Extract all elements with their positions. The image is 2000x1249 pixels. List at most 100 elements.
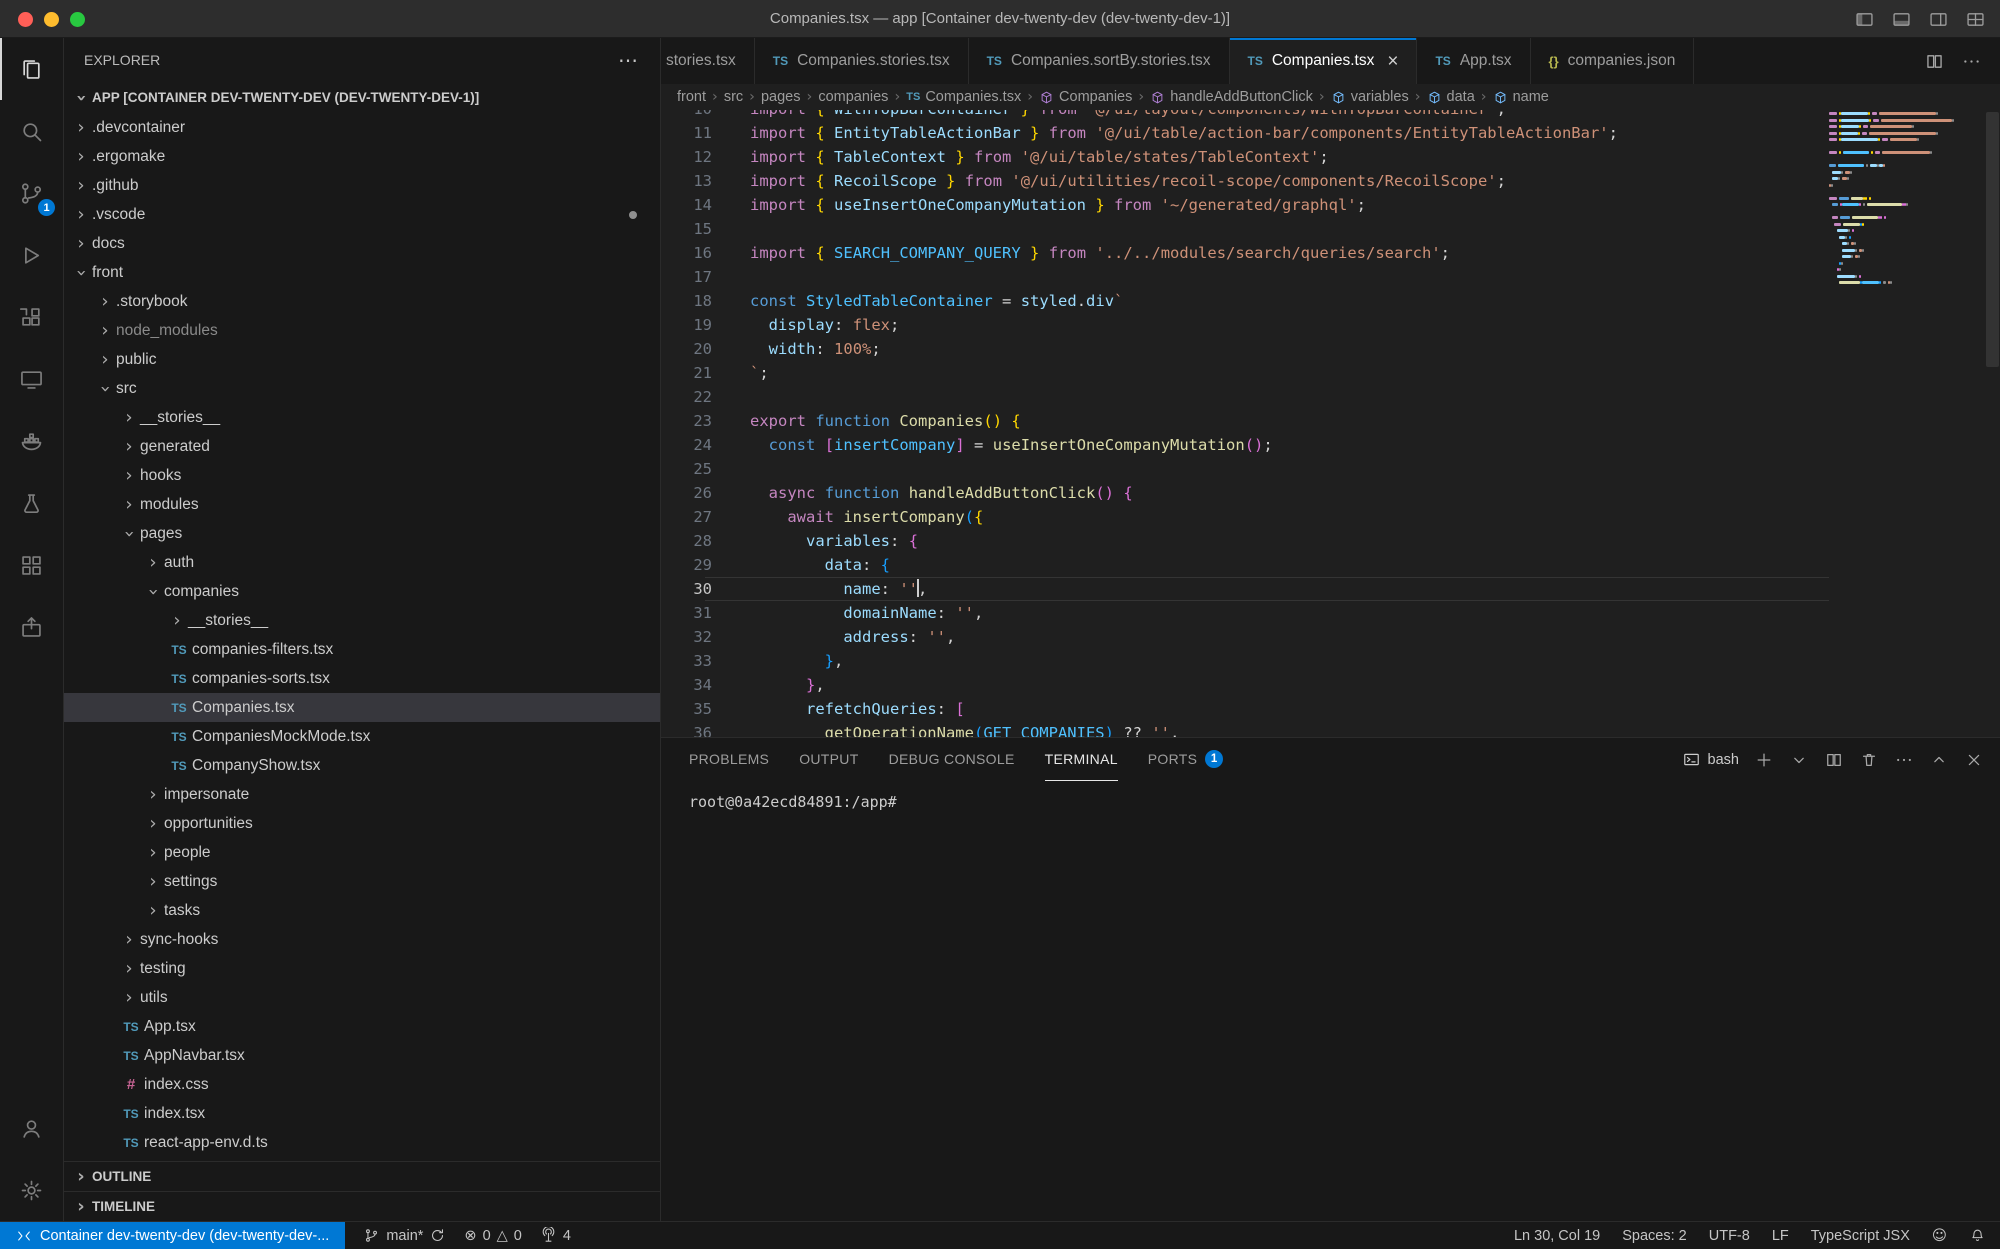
tree-folder[interactable]: ›docs [64, 229, 660, 258]
more-actions-icon[interactable] [1894, 750, 1914, 770]
code-line[interactable]: }, [750, 649, 1829, 673]
extensions-icon[interactable] [0, 286, 63, 348]
tree-folder[interactable]: ›hooks [64, 461, 660, 490]
customize-layout-icon[interactable] [1965, 9, 1986, 30]
tree-folder[interactable]: ›people [64, 838, 660, 867]
code-line[interactable]: import { EntityTableActionBar } from '@/… [750, 121, 1829, 145]
breadcrumb-item[interactable]: companies [818, 89, 888, 105]
explorer-more-actions-icon[interactable]: ⋯ [618, 48, 640, 73]
tree-file[interactable]: TSreact-app-env.d.ts [64, 1128, 660, 1157]
code-line[interactable]: import { RecoilScope } from '@/ui/utilit… [750, 169, 1829, 193]
tree-file[interactable]: TSindex.tsx [64, 1099, 660, 1128]
panel-tab-terminal[interactable]: TERMINAL [1045, 738, 1118, 781]
tree-file[interactable]: TSCompaniesMockMode.tsx [64, 722, 660, 751]
tree-folder[interactable]: ›__stories__ [64, 403, 660, 432]
breadcrumb-item[interactable]: front [677, 89, 706, 105]
tree-folder[interactable]: ›.vscode [64, 200, 660, 229]
code-line[interactable]: variables: { [750, 529, 1829, 553]
breadcrumb-item[interactable]: name [1493, 89, 1549, 105]
tree-folder[interactable]: ›companies [64, 577, 660, 606]
close-window-button[interactable] [18, 12, 33, 27]
code-line[interactable]: refetchQueries: [ [750, 697, 1829, 721]
editor-tab[interactable]: stories.tsx [661, 38, 755, 84]
cursor-position[interactable]: Ln 30, Col 19 [1514, 1228, 1600, 1244]
live-share-icon[interactable] [0, 596, 63, 658]
tree-folder[interactable]: ›.ergomake [64, 142, 660, 171]
maximize-panel-icon[interactable] [1929, 750, 1949, 770]
toggle-primary-sidebar-icon[interactable] [1854, 9, 1875, 30]
problems-status[interactable]: ⊗ 0 △ 0 [464, 1228, 521, 1244]
code-line[interactable] [750, 385, 1829, 409]
source-control-icon[interactable]: 1 [0, 162, 63, 224]
editor-tab[interactable]: {}companies.json [1531, 38, 1695, 84]
run-and-debug-icon[interactable] [0, 224, 63, 286]
ports-status[interactable]: 4 [540, 1227, 571, 1244]
tree-file[interactable]: #index.css [64, 1070, 660, 1099]
code-line[interactable]: getOperationName(GET_COMPANIES) ?? '', [750, 721, 1829, 737]
tree-folder[interactable]: ›sync-hooks [64, 925, 660, 954]
eol-indicator[interactable]: LF [1772, 1228, 1789, 1244]
editor-tab[interactable]: TSCompanies.stories.tsx [755, 38, 969, 84]
code-line[interactable]: export function Companies() { [750, 409, 1829, 433]
code-line[interactable]: }, [750, 673, 1829, 697]
minimize-window-button[interactable] [44, 12, 59, 27]
code-line[interactable]: address: '', [750, 625, 1829, 649]
close-tab-icon[interactable]: × [1387, 52, 1398, 71]
tree-folder[interactable]: ›opportunities [64, 809, 660, 838]
tree-folder[interactable]: ›utils [64, 983, 660, 1012]
breadcrumb-item[interactable]: variables [1331, 89, 1409, 105]
explorer-icon[interactable] [0, 38, 63, 100]
remote-indicator[interactable]: Container dev-twenty-dev (dev-twenty-dev… [0, 1222, 345, 1249]
code-line[interactable]: name: '', [750, 577, 1829, 601]
branch-status[interactable]: main* [363, 1227, 446, 1244]
indentation[interactable]: Spaces: 2 [1622, 1228, 1687, 1244]
editor-tab[interactable]: TSCompanies.tsx× [1230, 38, 1418, 84]
code-line[interactable]: import { SEARCH_COMPANY_QUERY } from '..… [750, 241, 1829, 265]
encoding[interactable]: UTF-8 [1709, 1228, 1750, 1244]
tree-folder[interactable]: ›auth [64, 548, 660, 577]
docker-icon[interactable] [0, 410, 63, 472]
zoom-window-button[interactable] [70, 12, 85, 27]
minimap[interactable] [1829, 110, 1955, 737]
code-line[interactable]: import { useInsertOneCompanyMutation } f… [750, 193, 1829, 217]
tree-file[interactable]: TScompanies-sorts.tsx [64, 664, 660, 693]
tree-folder[interactable]: ›generated [64, 432, 660, 461]
code-line[interactable]: await insertCompany({ [750, 505, 1829, 529]
tree-folder[interactable]: ›settings [64, 867, 660, 896]
tree-file[interactable]: TSCompanyShow.tsx [64, 751, 660, 780]
code-line[interactable]: import { WithTopBarContainer } from '@/u… [750, 110, 1829, 121]
outline-section[interactable]: › OUTLINE [64, 1161, 660, 1191]
tree-folder[interactable]: ›public [64, 345, 660, 374]
tree-folder[interactable]: ›tasks [64, 896, 660, 925]
tree-folder[interactable]: ›__stories__ [64, 606, 660, 635]
editor-more-actions-icon[interactable] [1961, 51, 1982, 72]
breadcrumb-item[interactable]: pages [761, 89, 801, 105]
code-line[interactable]: import { TableContext } from '@/ui/table… [750, 145, 1829, 169]
code-line[interactable]: domainName: '', [750, 601, 1829, 625]
toggle-panel-icon[interactable] [1891, 9, 1912, 30]
tree-file[interactable]: TSApp.tsx [64, 1012, 660, 1041]
breadcrumb-item[interactable]: TSCompanies.tsx [906, 89, 1021, 105]
code-line[interactable]: data: { [750, 553, 1829, 577]
editor[interactable]: 1011121314151617181920212223242526272829… [661, 110, 2000, 737]
code-line[interactable] [750, 457, 1829, 481]
kill-terminal-icon[interactable] [1859, 750, 1879, 770]
tree-file[interactable]: TSCompanies.tsx [64, 693, 660, 722]
notifications-bell-icon[interactable] [1969, 1227, 1986, 1244]
tree-folder[interactable]: ›.storybook [64, 287, 660, 316]
tree-folder[interactable]: ›modules [64, 490, 660, 519]
code-line[interactable]: async function handleAddButtonClick() { [750, 481, 1829, 505]
tree-folder[interactable]: ›impersonate [64, 780, 660, 809]
code-line[interactable] [750, 217, 1829, 241]
tree-folder[interactable]: ›node_modules [64, 316, 660, 345]
tree-folder[interactable]: ›.github [64, 171, 660, 200]
tree-folder[interactable]: ›testing [64, 954, 660, 983]
accounts-icon[interactable] [0, 1097, 63, 1159]
editor-tab[interactable]: TSApp.tsx [1417, 38, 1530, 84]
split-editor-icon[interactable] [1924, 51, 1945, 72]
tree-folder[interactable]: ›front [64, 258, 660, 287]
testing-beaker-icon[interactable] [0, 472, 63, 534]
grid-extension-icon[interactable] [0, 534, 63, 596]
panel-tab-debug-console[interactable]: DEBUG CONSOLE [889, 738, 1015, 781]
panel-tab-output[interactable]: OUTPUT [799, 738, 858, 781]
